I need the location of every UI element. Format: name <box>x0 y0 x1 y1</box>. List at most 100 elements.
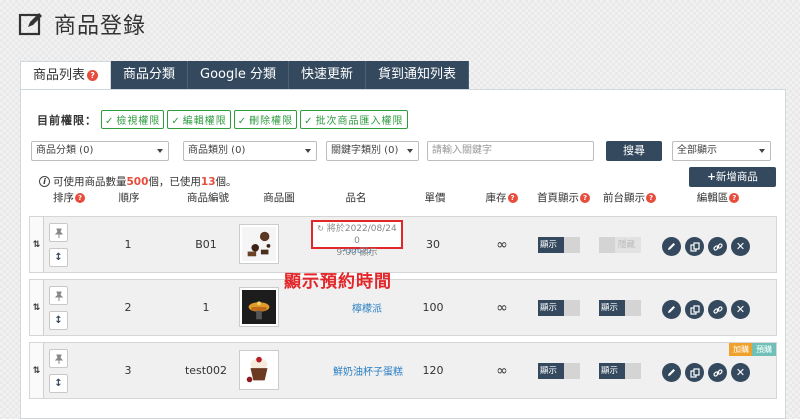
preorder-tag: 預購 <box>752 343 776 356</box>
sort-arrows-icon: ↕ <box>54 378 63 389</box>
copy-button[interactable] <box>685 300 704 319</box>
drag-handle-icon[interactable]: ⇅ <box>30 217 44 272</box>
category-select[interactable]: 商品分類 (0) <box>31 141 169 161</box>
stock-cell: ∞ <box>496 299 508 316</box>
stock-cell: ∞ <box>496 236 508 253</box>
product-list-panel: 目前權限： ✓ 檢視權限 ✓ 編輯權限 ✓ 刪除權限 ✓ 批次商品匯入權限 商品分類 (… <box>20 89 786 419</box>
tab-product-category[interactable]: 商品分類 <box>111 61 189 90</box>
link-button[interactable] <box>708 300 727 319</box>
front-display-toggle[interactable]: 顯示 <box>599 300 641 316</box>
edit-button[interactable] <box>662 363 681 382</box>
keyword-type-select[interactable]: 關鍵字類別 (0) <box>326 141 419 161</box>
usage-info: i 可使用商品數量 500 個，已使用 13 個。 <box>39 174 237 189</box>
toggle-off <box>564 237 580 253</box>
toggle-on-label: 顯示 <box>538 237 564 253</box>
table-header: 排序? 順序 商品編號 商品圖 品名 單價 庫存? 首頁顯示? 前台顯示? 編輯… <box>21 190 787 208</box>
copy-icon <box>689 367 700 378</box>
check-icon: ✓ <box>304 116 314 127</box>
toggle-on-label: 顯示 <box>599 300 625 316</box>
price-cell: 100 <box>422 301 444 314</box>
copy-button[interactable] <box>685 363 704 382</box>
keyword-input[interactable]: 請輸入關鍵字 <box>427 141 594 161</box>
product-name-link[interactable]: 鮮奶油杯子蛋糕 <box>327 343 409 398</box>
info-icon: i <box>39 176 50 187</box>
help-icon[interactable]: ? <box>580 193 590 203</box>
copy-button[interactable] <box>685 237 704 256</box>
column-header-name: 品名 <box>345 192 367 204</box>
add-product-button[interactable]: +新增商品 <box>689 167 776 187</box>
order-button[interactable]: ↕ <box>49 311 68 330</box>
help-icon[interactable]: ? <box>87 70 99 81</box>
toggle-on-label: 顯示 <box>538 300 564 316</box>
link-icon <box>712 305 723 314</box>
toggle-off <box>564 300 580 316</box>
copy-icon <box>689 304 700 315</box>
column-header-code: 商品編號 <box>187 192 229 204</box>
chevron-down-icon <box>157 149 163 153</box>
page-header: 商品登錄 <box>18 8 146 40</box>
pencil-icon <box>668 243 675 250</box>
edit-icon <box>18 13 42 36</box>
help-icon[interactable]: ? <box>75 193 85 203</box>
edit-button[interactable] <box>662 237 681 256</box>
home-display-toggle[interactable]: 顯示 <box>538 300 580 316</box>
column-header-edit: 編輯區? <box>683 190 753 205</box>
delete-button[interactable]: ✕ <box>731 237 750 256</box>
column-header-seq: 順序 <box>118 192 140 204</box>
column-header-home: 首頁顯示? <box>531 190 596 205</box>
code-cell: 1 <box>202 301 210 314</box>
drag-handle-icon[interactable]: ⇅ <box>30 280 44 335</box>
home-display-toggle[interactable]: 顯示 <box>538 237 580 253</box>
pin-button[interactable] <box>49 286 68 305</box>
pin-icon <box>54 228 63 238</box>
pin-icon <box>54 291 63 301</box>
toggle-off <box>625 300 641 316</box>
toggle-off <box>564 363 580 379</box>
price-cell: 30 <box>426 238 440 251</box>
check-icon: ✓ <box>105 116 115 127</box>
delete-button[interactable]: ✕ <box>731 300 750 319</box>
column-header-sort: 排序? <box>49 190 89 205</box>
column-header-stock: 庫存? <box>479 190 524 205</box>
chevron-down-icon <box>407 149 413 153</box>
column-header-image: 商品圖 <box>263 192 295 204</box>
sort-arrows-icon: ↕ <box>54 315 63 326</box>
page-title: 商品登錄 <box>54 14 147 39</box>
close-icon: ✕ <box>735 240 746 253</box>
tab-quick-update[interactable]: 快速更新 <box>289 61 367 90</box>
link-button[interactable] <box>708 237 727 256</box>
order-button[interactable]: ↕ <box>49 374 68 393</box>
help-icon[interactable]: ? <box>507 193 518 203</box>
close-icon: ✕ <box>735 303 746 316</box>
front-display-toggle[interactable]: 顯示 <box>599 363 641 379</box>
toggle-off-label: 隱藏 <box>615 237 641 253</box>
used-count: 13 <box>200 175 216 188</box>
seq-cell: 2 <box>124 301 132 314</box>
search-button[interactable]: 搜尋 <box>606 141 662 161</box>
clock-icon: ↻ <box>317 224 324 233</box>
code-cell: test002 <box>184 364 228 377</box>
front-display-toggle[interactable]: 隱藏 <box>599 237 641 253</box>
help-icon[interactable]: ? <box>729 193 740 203</box>
tab-google-category[interactable]: Google 分類 <box>188 61 290 90</box>
schedule-time-box: ↻ 將於2022/08/24 0 9:00 顯示 <box>311 220 403 258</box>
help-icon[interactable]: ? <box>646 193 656 203</box>
order-button[interactable]: ↕ <box>49 248 68 267</box>
tab-product-list[interactable]: 商品列表? <box>20 61 112 90</box>
schedule-line-2: 9:00 顯示 <box>336 248 378 258</box>
pin-button[interactable] <box>49 349 68 368</box>
home-display-toggle[interactable]: 顯示 <box>538 363 580 379</box>
drag-handle-icon[interactable]: ⇅ <box>30 343 44 398</box>
display-select[interactable]: 全部顯示 <box>672 141 771 161</box>
delete-button[interactable]: ✕ <box>731 363 750 382</box>
check-icon: ✓ <box>171 116 181 127</box>
link-button[interactable] <box>708 363 727 382</box>
permission-row: 目前權限： ✓ 檢視權限 ✓ 編輯權限 ✓ 刪除權限 ✓ 批次商品匯入權限 <box>37 110 411 129</box>
pencil-icon <box>668 369 675 376</box>
pin-button[interactable] <box>49 223 68 242</box>
edit-button[interactable] <box>662 300 681 319</box>
tab-arrival-notice[interactable]: 貨到通知列表 <box>366 61 470 90</box>
seq-cell: 1 <box>124 238 132 251</box>
category-type-select[interactable]: 商品類別 (0) <box>183 141 317 161</box>
pin-icon <box>54 354 63 364</box>
